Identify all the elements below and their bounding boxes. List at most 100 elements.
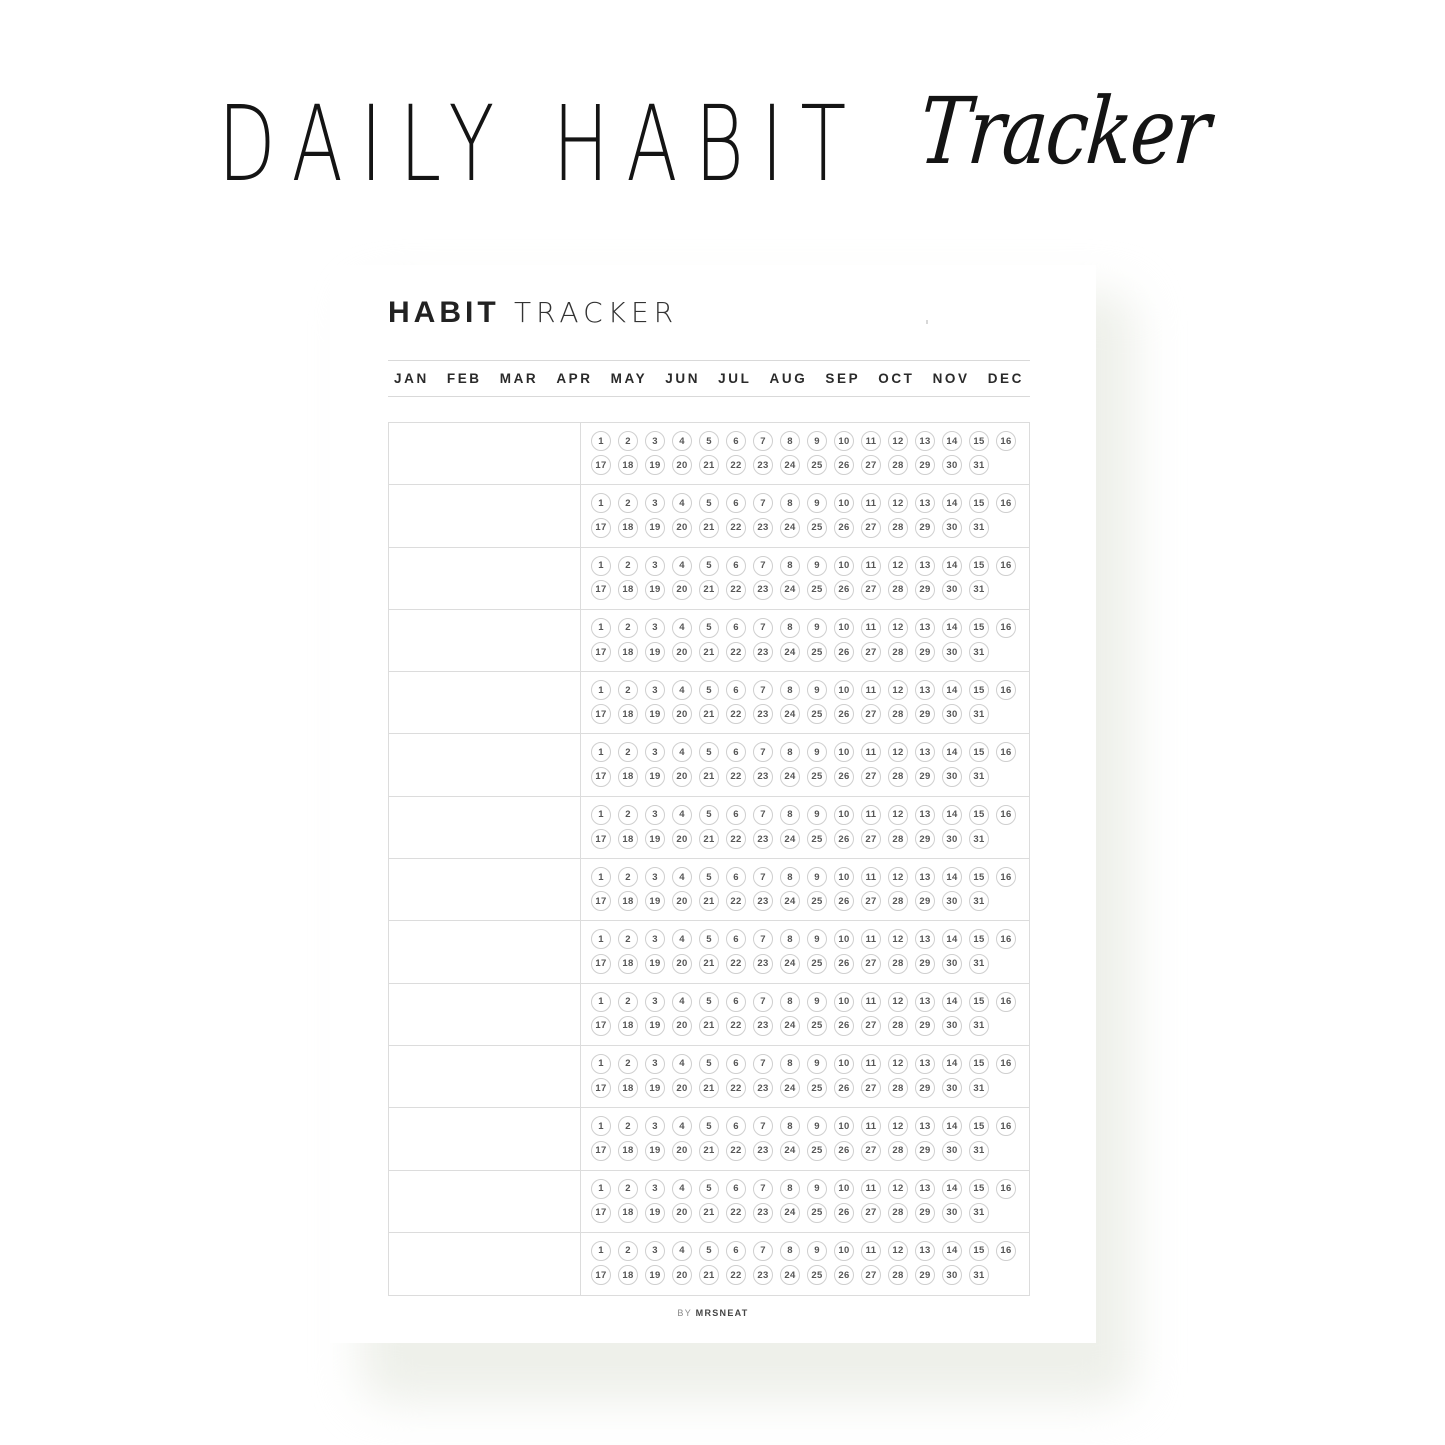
day-circle[interactable]: 19 <box>645 1015 665 1036</box>
day-circle[interactable]: 1 <box>591 1053 611 1074</box>
day-circle[interactable]: 18 <box>618 517 638 538</box>
day-circle[interactable]: 23 <box>753 1202 773 1223</box>
day-circle[interactable]: 1 <box>591 431 611 451</box>
day-circle[interactable]: 10 <box>834 1116 854 1137</box>
day-circle[interactable]: 14 <box>942 431 962 451</box>
day-circle[interactable]: 27 <box>861 1078 881 1099</box>
day-circle[interactable]: 8 <box>780 617 800 638</box>
day-circle[interactable]: 16 <box>996 617 1016 638</box>
day-circle[interactable]: 17 <box>591 953 611 974</box>
day-circle[interactable]: 12 <box>888 680 908 701</box>
day-circle[interactable]: 18 <box>618 455 638 476</box>
month-may[interactable]: MAY <box>611 371 648 386</box>
day-circle[interactable]: 5 <box>699 493 719 514</box>
day-circle[interactable]: 24 <box>780 579 800 600</box>
day-circle[interactable]: 27 <box>861 953 881 974</box>
day-circle[interactable]: 29 <box>915 1265 935 1286</box>
day-circle[interactable]: 25 <box>807 829 827 850</box>
day-circle[interactable]: 13 <box>915 929 935 950</box>
day-circle[interactable]: 27 <box>861 517 881 538</box>
day-circle[interactable]: 20 <box>672 1202 692 1223</box>
day-circle[interactable]: 5 <box>699 1178 719 1199</box>
day-circle[interactable]: 17 <box>591 829 611 850</box>
day-circle[interactable]: 12 <box>888 555 908 576</box>
day-circle[interactable]: 27 <box>861 829 881 850</box>
day-circle[interactable]: 25 <box>807 704 827 725</box>
day-circle[interactable]: 18 <box>618 953 638 974</box>
day-circle[interactable]: 24 <box>780 1015 800 1036</box>
day-circle[interactable]: 21 <box>699 579 719 600</box>
day-circle[interactable]: 8 <box>780 804 800 825</box>
day-circle[interactable]: 22 <box>726 953 746 974</box>
day-circle[interactable]: 2 <box>618 1116 638 1137</box>
day-circle[interactable]: 6 <box>726 555 746 576</box>
day-circle[interactable]: 12 <box>888 1053 908 1074</box>
day-circle[interactable]: 8 <box>780 991 800 1012</box>
day-circle[interactable]: 29 <box>915 704 935 725</box>
habit-name-field[interactable] <box>389 547 581 609</box>
habit-name-field[interactable] <box>389 609 581 672</box>
day-circle[interactable]: 7 <box>753 555 773 576</box>
day-circle[interactable]: 2 <box>618 1053 638 1074</box>
day-circle[interactable]: 10 <box>834 680 854 701</box>
day-circle[interactable]: 3 <box>645 555 665 576</box>
day-circle[interactable]: 24 <box>780 766 800 787</box>
day-circle[interactable]: 6 <box>726 867 746 888</box>
day-circle[interactable]: 19 <box>645 891 665 912</box>
day-circle[interactable]: 7 <box>753 617 773 638</box>
day-circle[interactable]: 9 <box>807 493 827 514</box>
day-circle[interactable]: 24 <box>780 455 800 476</box>
day-circle[interactable]: 22 <box>726 766 746 787</box>
day-circle[interactable]: 27 <box>861 455 881 476</box>
day-circle[interactable]: 11 <box>861 804 881 825</box>
day-circle[interactable]: 5 <box>699 804 719 825</box>
day-circle[interactable]: 15 <box>969 1116 989 1137</box>
day-circle[interactable]: 23 <box>753 891 773 912</box>
day-circle[interactable]: 17 <box>591 579 611 600</box>
day-circle[interactable]: 27 <box>861 704 881 725</box>
day-circle[interactable]: 21 <box>699 517 719 538</box>
day-circle[interactable]: 21 <box>699 642 719 663</box>
day-circle[interactable]: 13 <box>915 1053 935 1074</box>
day-circle[interactable]: 23 <box>753 704 773 725</box>
day-circle[interactable]: 12 <box>888 1116 908 1137</box>
day-circle[interactable]: 15 <box>969 867 989 888</box>
day-circle[interactable]: 8 <box>780 431 800 451</box>
day-circle[interactable]: 27 <box>861 1015 881 1036</box>
day-circle[interactable]: 26 <box>834 517 854 538</box>
day-circle[interactable]: 3 <box>645 1116 665 1137</box>
day-circle[interactable]: 16 <box>996 929 1016 950</box>
day-circle[interactable]: 23 <box>753 579 773 600</box>
day-circle[interactable]: 31 <box>969 953 989 974</box>
day-circle[interactable]: 9 <box>807 867 827 888</box>
day-circle[interactable]: 8 <box>780 1116 800 1137</box>
day-circle[interactable]: 17 <box>591 642 611 663</box>
day-circle[interactable]: 26 <box>834 1140 854 1161</box>
day-circle[interactable]: 15 <box>969 1240 989 1261</box>
day-circle[interactable]: 13 <box>915 867 935 888</box>
day-circle[interactable]: 4 <box>672 680 692 701</box>
day-circle[interactable]: 19 <box>645 1140 665 1161</box>
day-circle[interactable]: 19 <box>645 1202 665 1223</box>
day-circle[interactable]: 31 <box>969 579 989 600</box>
day-circle[interactable]: 22 <box>726 579 746 600</box>
day-circle[interactable]: 30 <box>942 829 962 850</box>
day-circle[interactable]: 1 <box>591 680 611 701</box>
day-circle[interactable]: 29 <box>915 517 935 538</box>
day-circle[interactable]: 7 <box>753 1116 773 1137</box>
day-circle[interactable]: 5 <box>699 617 719 638</box>
day-circle[interactable]: 23 <box>753 1015 773 1036</box>
habit-name-field[interactable] <box>389 796 581 859</box>
day-circle[interactable]: 21 <box>699 704 719 725</box>
day-circle[interactable]: 1 <box>591 1116 611 1137</box>
day-circle[interactable]: 19 <box>645 829 665 850</box>
day-circle[interactable]: 15 <box>969 929 989 950</box>
day-circle[interactable]: 20 <box>672 1140 692 1161</box>
day-circle[interactable]: 18 <box>618 1078 638 1099</box>
day-circle[interactable]: 29 <box>915 766 935 787</box>
day-circle[interactable]: 5 <box>699 555 719 576</box>
day-circle[interactable]: 6 <box>726 431 746 451</box>
day-circle[interactable]: 12 <box>888 991 908 1012</box>
day-circle[interactable]: 30 <box>942 891 962 912</box>
habit-name-field[interactable] <box>389 423 581 485</box>
